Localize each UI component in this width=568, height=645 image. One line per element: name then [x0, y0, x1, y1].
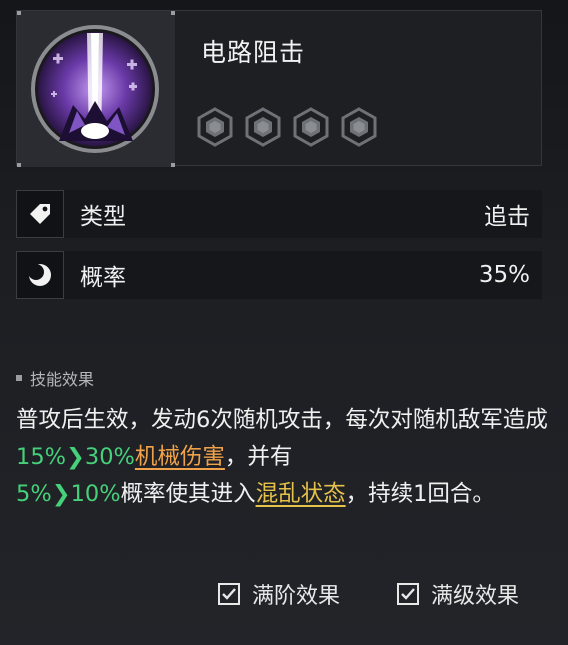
frame-corner	[17, 11, 21, 15]
desc-text: ，持续1回合。	[345, 481, 495, 507]
skill-star-rating	[195, 107, 379, 147]
effect-toggles: 满阶效果 满级效果	[0, 578, 568, 610]
status-link[interactable]: 混乱状态	[256, 481, 346, 507]
attribute-row-chance: 概率 35%	[16, 251, 542, 299]
checkbox[interactable]	[218, 583, 240, 605]
attribute-row-type: 类型 追击	[16, 190, 542, 238]
damage-min: 15%	[16, 444, 67, 470]
check-icon	[401, 588, 415, 600]
attribute-value: 追击	[484, 204, 530, 230]
toggle-label: 满阶效果	[252, 584, 341, 609]
checkbox[interactable]	[397, 583, 419, 605]
desc-text: 概率使其进入	[120, 481, 256, 507]
tag-icon	[16, 190, 64, 238]
chance-min: 5%	[16, 481, 52, 507]
attribute-value: 35%	[478, 262, 530, 288]
max-rank-toggle[interactable]: 满阶效果	[218, 578, 340, 610]
hexagon-star-icon	[197, 107, 233, 147]
hexagon-star-icon	[293, 107, 329, 147]
toggle-label: 满级效果	[431, 584, 520, 609]
damage-max: 30%	[84, 444, 135, 470]
frame-corner	[171, 163, 175, 167]
damage-type-link[interactable]: 机械伤害	[135, 444, 225, 470]
desc-text: 普攻后生效，发动6次随机攻击，每次对随机敌军造成	[16, 407, 548, 433]
skill-icon-frame	[17, 11, 175, 167]
chevron-right-icon: ❯	[66, 444, 85, 470]
effect-section-title: 技能效果	[16, 366, 94, 390]
check-icon	[222, 588, 236, 600]
max-level-toggle[interactable]: 满级效果	[397, 578, 519, 610]
attribute-label: 类型	[80, 204, 126, 230]
effect-title: 技能效果	[30, 370, 95, 389]
chance-max: 10%	[70, 481, 121, 507]
frame-corner	[17, 163, 21, 167]
chevron-right-icon: ❯	[51, 481, 71, 507]
frame-corner	[171, 11, 175, 15]
skill-header: 电路阻击	[16, 10, 542, 167]
moon-icon	[16, 251, 64, 299]
hexagon-star-icon	[341, 107, 377, 147]
skill-name: 电路阻击	[201, 38, 306, 67]
hexagon-star-icon	[245, 107, 281, 147]
desc-text: ，并有	[224, 444, 293, 470]
attribute-label: 概率	[80, 265, 126, 291]
skill-lightning-icon[interactable]	[29, 23, 161, 155]
effect-description: 普攻后生效，发动6次随机攻击，每次对随机敌军造成15%❯30%机械伤害，并有 5%…	[16, 402, 556, 513]
bullet-icon	[16, 375, 22, 381]
